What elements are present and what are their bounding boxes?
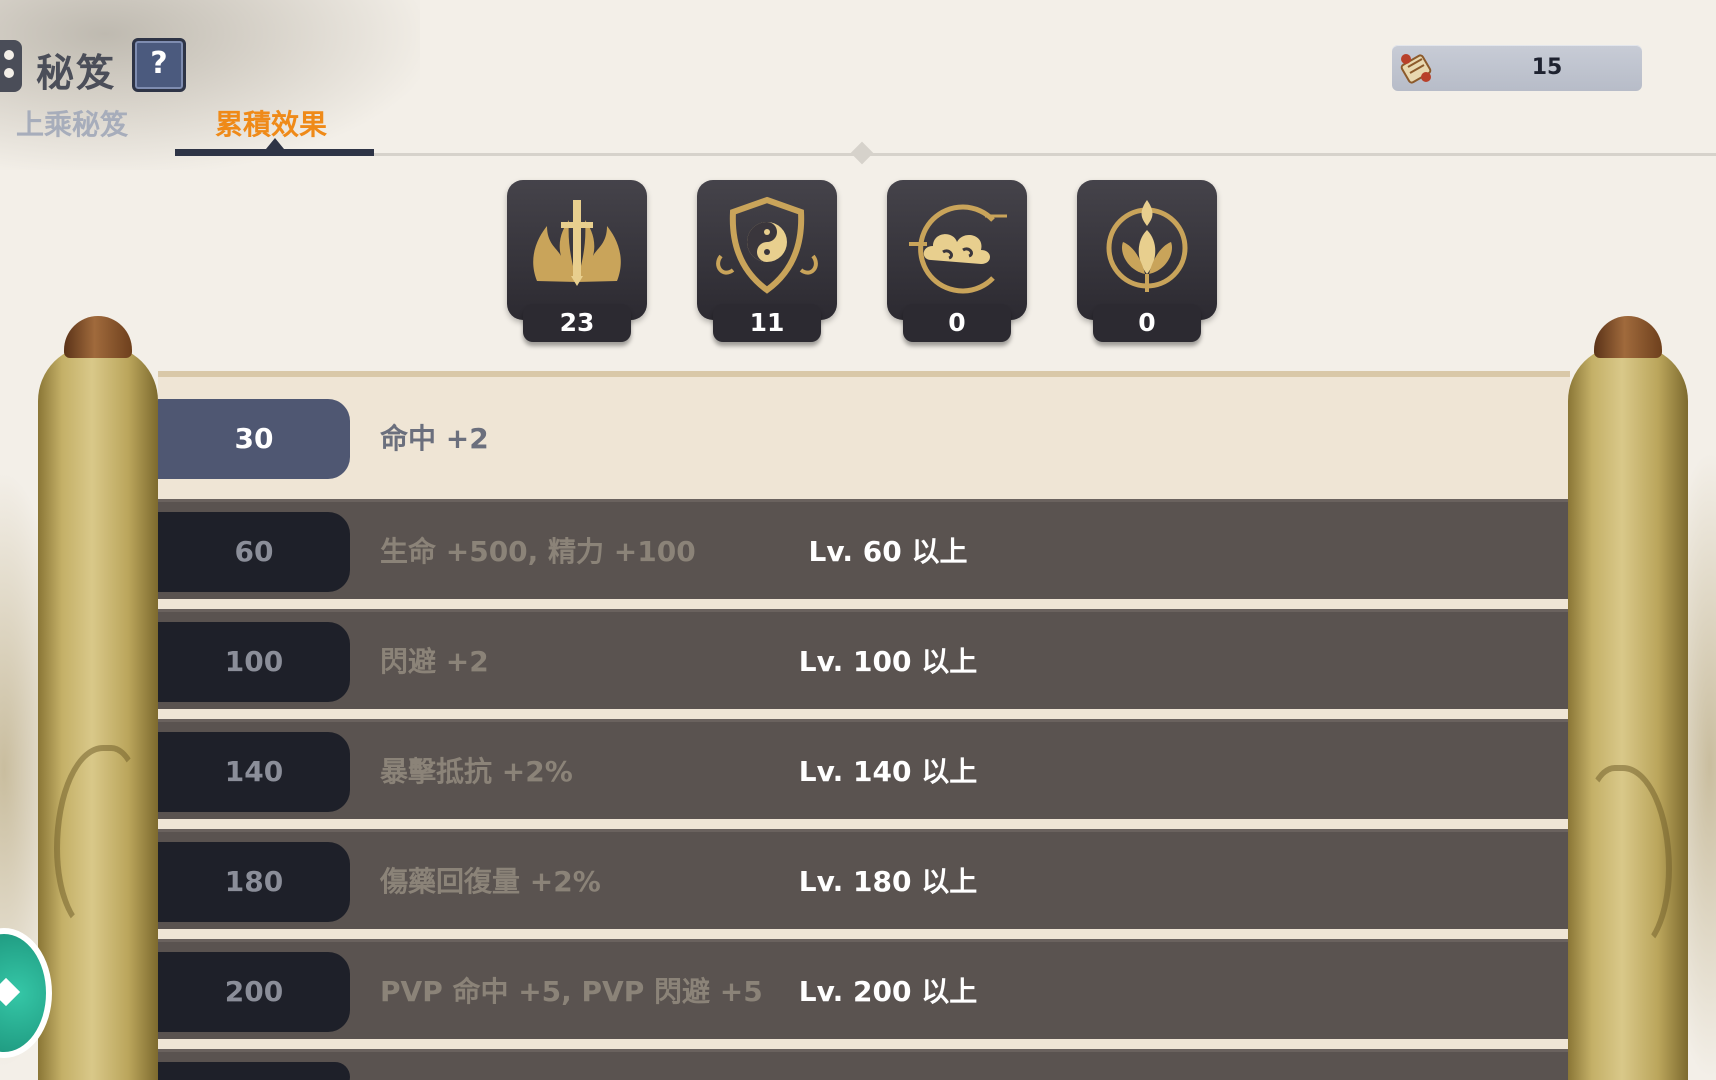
threshold-badge-partial — [158, 1062, 350, 1080]
threshold-badge: 60 — [158, 512, 350, 592]
lotus-flame-icon — [1106, 200, 1188, 292]
level-requirement: Lv. 100 以上 — [798, 645, 978, 678]
category-count: 0 — [903, 304, 1011, 342]
effect-row: 100 閃避 +2 Lv. 100 以上 — [158, 609, 1570, 709]
threshold-badge: 100 — [158, 622, 350, 702]
threshold-badge: 140 — [158, 732, 350, 812]
effect-text: 命中 +2 — [380, 422, 489, 455]
category-icon-frame — [507, 180, 647, 320]
tab-caret-icon — [266, 138, 284, 149]
category-icon-frame — [887, 180, 1027, 320]
threshold-badge: 30 — [158, 399, 350, 479]
category-icon-frame — [697, 180, 837, 320]
effect-text: 生命 +500, 精力 +100 — [380, 535, 696, 568]
category-count: 0 — [1093, 304, 1201, 342]
help-button[interactable]: ? — [132, 38, 186, 92]
effect-text: 暴擊抵抗 +2% — [380, 755, 573, 788]
level-requirement: Lv. 200 以上 — [798, 975, 978, 1008]
effect-row: 30 命中 +2 — [158, 389, 1570, 489]
category-count: 11 — [713, 304, 821, 342]
scroll-currency-icon — [1400, 54, 1432, 84]
scroll-rod-right — [1568, 345, 1688, 1080]
scroll-cap-left — [64, 316, 132, 358]
effect-row: 140 暴擊抵抗 +2% Lv. 140 以上 — [158, 719, 1570, 819]
yin-yang-shield-icon — [716, 196, 818, 294]
effect-row: 200 PVP 命中 +5, PVP 閃避 +5 Lv. 200 以上 — [158, 939, 1570, 1039]
header-divider — [374, 153, 1716, 156]
tab-advanced-secrets[interactable]: 上乘秘笈 — [16, 103, 128, 153]
effect-row: 180 傷藥回復量 +2% Lv. 180 以上 — [158, 829, 1570, 929]
category-count: 23 — [523, 304, 631, 342]
sword-flame-icon — [533, 200, 621, 286]
effect-row-partial — [158, 1049, 1570, 1080]
scroll-cap-right — [1594, 316, 1662, 358]
level-requirement: Lv. 180 以上 — [798, 865, 978, 898]
scroll-rod-left — [38, 345, 158, 1080]
category-shield[interactable]: 11 — [697, 180, 837, 346]
threshold-badge: 180 — [158, 842, 350, 922]
effect-text: PVP 命中 +5, PVP 閃避 +5 — [380, 975, 763, 1008]
level-requirement: Lv. 60 以上 — [808, 535, 968, 568]
swirl-ornament — [1582, 765, 1672, 955]
cloud-swirl-icon — [909, 204, 1007, 294]
divider-diamond-icon — [850, 141, 874, 165]
effect-text: 閃避 +2 — [380, 645, 489, 678]
category-sword[interactable]: 23 — [507, 180, 647, 346]
swirl-ornament — [54, 745, 144, 935]
category-icon-frame — [1077, 180, 1217, 320]
category-lotus[interactable]: 0 — [1077, 180, 1217, 346]
effect-row: 60 生命 +500, 精力 +100 Lv. 60 以上 — [158, 499, 1570, 599]
level-requirement: Lv. 140 以上 — [798, 755, 978, 788]
menu-icon[interactable] — [0, 40, 22, 92]
page-title: 秘笈 — [36, 51, 117, 95]
effect-text: 傷藥回復量 +2% — [380, 865, 601, 898]
category-cloud[interactable]: 0 — [887, 180, 1027, 346]
currency-display[interactable]: 15 — [1392, 45, 1642, 91]
currency-value: 15 — [1531, 55, 1563, 80]
threshold-badge: 200 — [158, 952, 350, 1032]
tab-selected-indicator — [175, 149, 374, 156]
